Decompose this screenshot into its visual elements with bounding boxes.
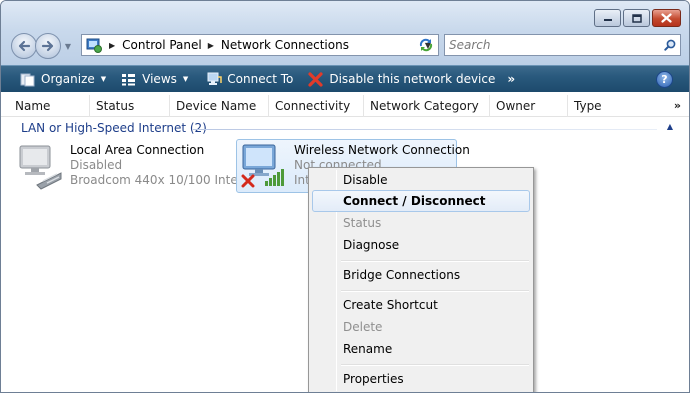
connection-name: Local Area Connection xyxy=(70,143,205,157)
disable-network-device-button[interactable]: Disable this network device xyxy=(300,66,502,93)
control-panel-icon xyxy=(86,38,102,53)
minimize-icon xyxy=(603,19,612,21)
refresh-button[interactable] xyxy=(414,34,438,56)
signal-bars-icon xyxy=(265,169,284,186)
views-label: Views xyxy=(142,72,177,86)
views-icon xyxy=(120,71,137,88)
minimize-button[interactable] xyxy=(594,9,621,27)
help-icon[interactable]: ? xyxy=(656,71,673,88)
collapse-chevron-icon[interactable]: ▲ xyxy=(667,122,673,131)
views-button[interactable]: Views ▼ xyxy=(113,66,195,93)
maximize-button[interactable] xyxy=(623,9,650,27)
search-button[interactable] xyxy=(660,35,680,55)
window-controls xyxy=(594,9,681,27)
organize-label: Organize xyxy=(41,72,95,86)
disable-icon xyxy=(307,71,324,88)
context-menu: Disable Connect / Disconnect Status Diag… xyxy=(308,167,534,392)
forward-button[interactable] xyxy=(35,33,61,59)
connection-device: Broadcom 440x 10/100 Integ... xyxy=(70,173,257,187)
menu-item-create-shortcut[interactable]: Create Shortcut xyxy=(312,294,530,316)
column-header-connectivity[interactable]: Connectivity xyxy=(269,95,364,117)
menu-item-rename[interactable]: Rename xyxy=(312,338,530,360)
more-columns-button[interactable]: » xyxy=(674,95,681,117)
search-input[interactable] xyxy=(449,36,660,54)
menu-item-delete[interactable]: Delete xyxy=(312,316,530,338)
network-connections-window: ▼ ▶ Control Panel ▶ Network Connections … xyxy=(0,0,690,393)
column-header-owner[interactable]: Owner xyxy=(490,95,568,117)
maximize-icon xyxy=(631,13,642,23)
breadcrumb-separator[interactable]: ▶ xyxy=(208,41,214,50)
navigation-buttons: ▼ xyxy=(11,33,74,59)
column-header-type[interactable]: Type xyxy=(568,95,648,117)
connection-status: Disabled xyxy=(70,158,123,172)
title-bar: ▼ ▶ Control Panel ▶ Network Connections … xyxy=(1,1,689,65)
chevron-down-icon: ▼ xyxy=(100,75,107,83)
breadcrumb-network-connections[interactable]: Network Connections xyxy=(221,38,349,52)
group-header[interactable]: LAN or High-Speed Internet (2) xyxy=(21,121,207,135)
breadcrumb-control-panel[interactable]: Control Panel xyxy=(122,38,202,52)
menu-separator xyxy=(341,290,529,292)
close-icon xyxy=(661,13,672,23)
search-box xyxy=(444,34,681,56)
menu-separator xyxy=(341,260,529,262)
disable-label: Disable this network device xyxy=(329,72,496,86)
search-icon xyxy=(664,39,676,51)
connect-to-button[interactable]: Connect To xyxy=(195,66,300,93)
connect-to-label: Connect To xyxy=(227,72,294,86)
list-item-text: Local Area Connection Disabled Broadcom … xyxy=(70,143,257,188)
menu-item-properties[interactable]: Properties xyxy=(312,368,530,390)
menu-item-status[interactable]: Status xyxy=(312,212,530,234)
menu-item-connect-disconnect[interactable]: Connect / Disconnect xyxy=(312,190,530,212)
organize-button[interactable]: Organize ▼ xyxy=(1,66,113,93)
forward-arrow-icon xyxy=(41,40,54,52)
back-arrow-icon xyxy=(18,40,31,52)
menu-item-diagnose[interactable]: Diagnose xyxy=(312,234,530,256)
column-header-network-category[interactable]: Network Category xyxy=(364,95,490,117)
menu-item-disable[interactable]: Disable xyxy=(312,169,530,191)
connection-name: Wireless Network Connection xyxy=(294,143,470,157)
refresh-icon xyxy=(419,38,433,52)
chevron-down-icon: ▼ xyxy=(182,75,189,83)
recent-pages-dropdown[interactable]: ▼ xyxy=(62,36,74,56)
address-bar[interactable]: ▶ Control Panel ▶ Network Connections ▼ xyxy=(81,34,439,56)
back-button[interactable] xyxy=(11,33,37,59)
network-adapter-icon xyxy=(19,145,62,190)
column-header-device-name[interactable]: Device Name xyxy=(170,95,269,117)
more-commands-button[interactable]: » xyxy=(502,66,520,93)
disconnected-x-icon xyxy=(241,174,255,188)
connect-to-icon xyxy=(205,71,222,88)
command-bar: Organize ▼ Views ▼ Connect To Disable th… xyxy=(1,65,689,92)
column-header-status[interactable]: Status xyxy=(90,95,170,117)
breadcrumb-separator[interactable]: ▶ xyxy=(109,41,115,50)
organize-icon xyxy=(19,71,36,88)
column-header-name[interactable]: Name xyxy=(9,95,90,117)
menu-item-bridge-connections[interactable]: Bridge Connections xyxy=(312,264,530,286)
column-headers: Name Status Device Name Connectivity Net… xyxy=(1,95,689,117)
breadcrumb: ▶ Control Panel ▶ Network Connections xyxy=(103,38,349,52)
menu-separator xyxy=(341,364,529,366)
group-divider xyxy=(193,129,657,130)
close-button[interactable] xyxy=(652,9,681,27)
